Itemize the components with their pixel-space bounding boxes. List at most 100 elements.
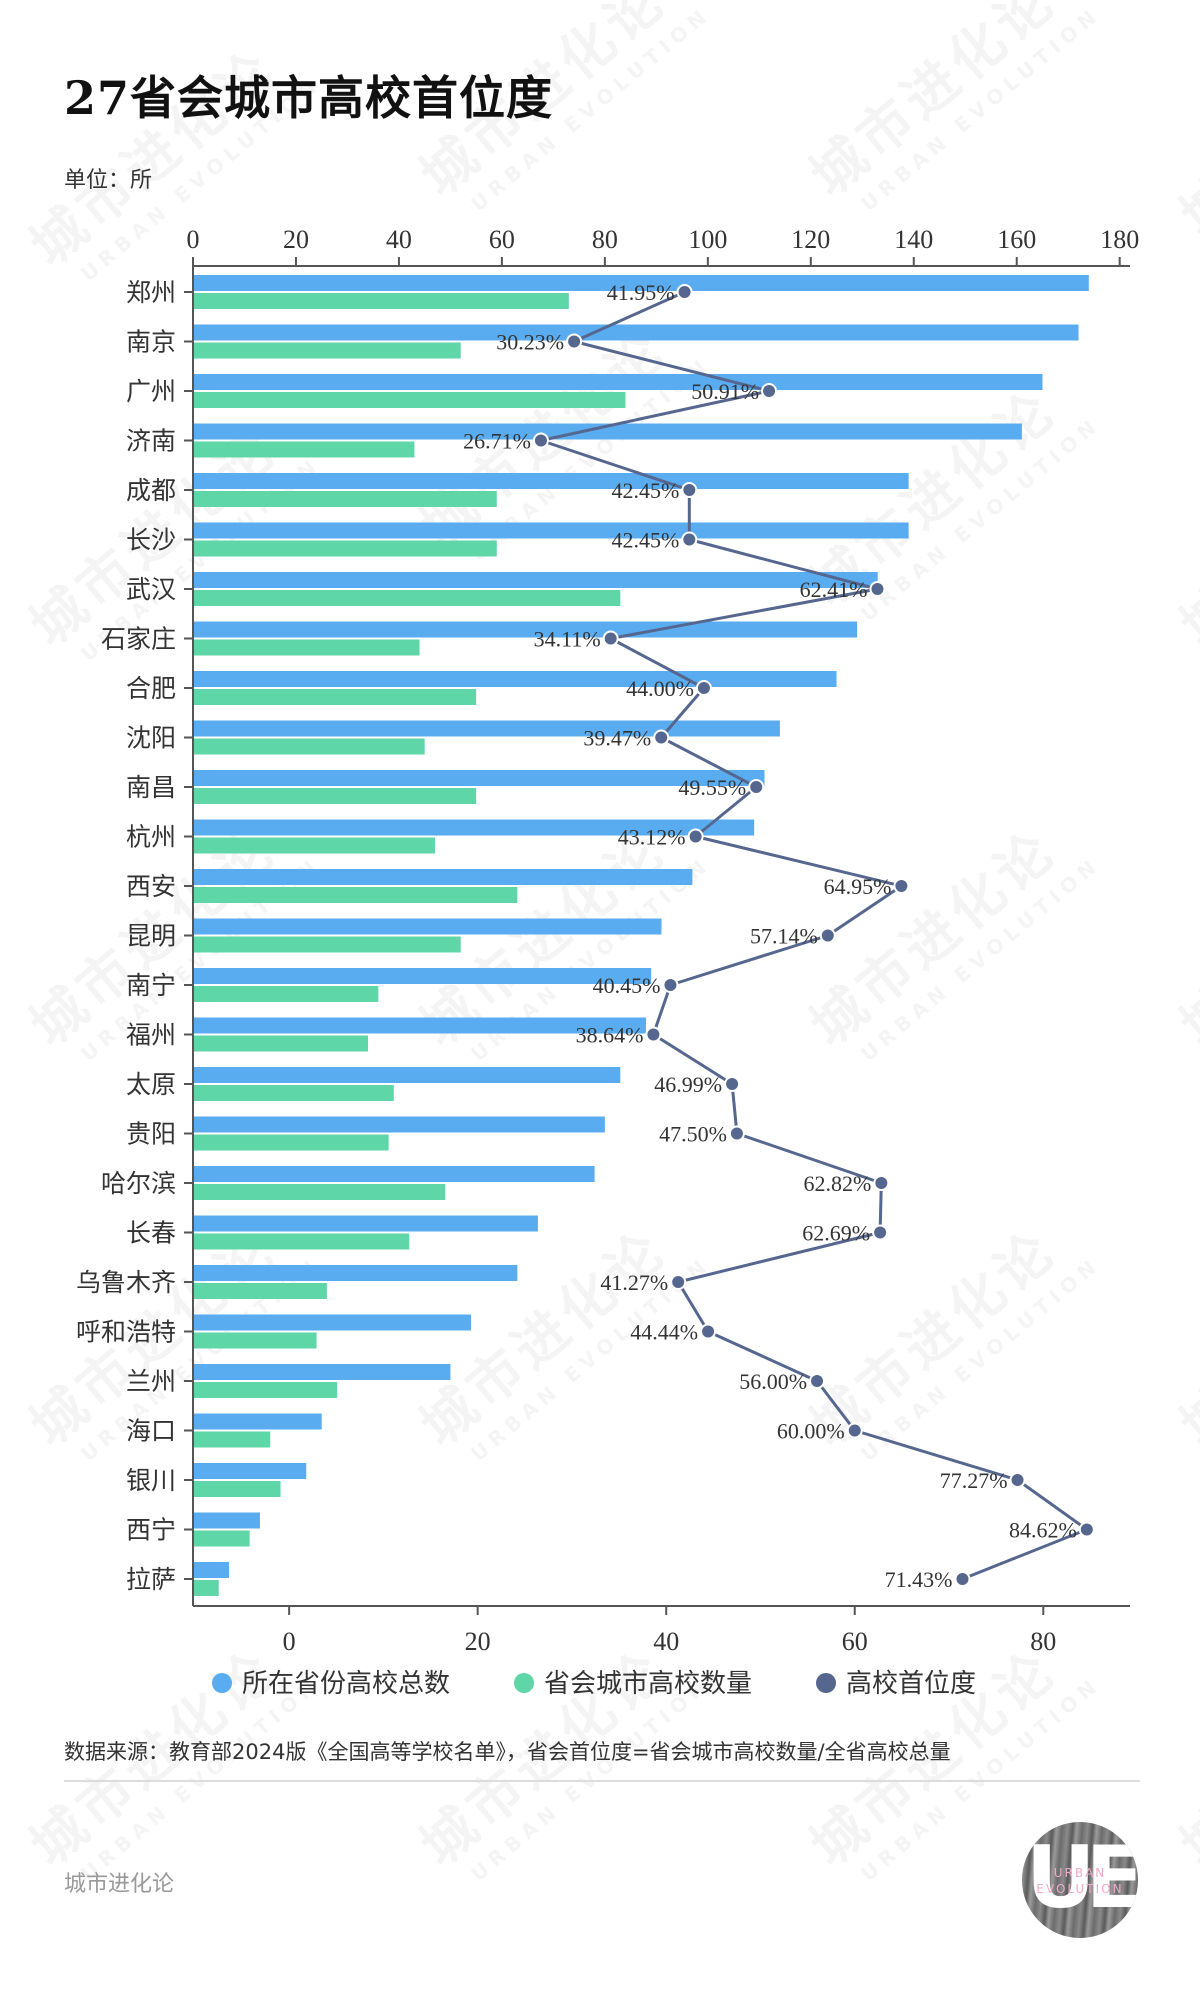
primacy-data-label: 62.82% bbox=[803, 1171, 871, 1196]
logo-line1: URBAN bbox=[1053, 1866, 1107, 1880]
primacy-point bbox=[872, 1224, 889, 1241]
category-label: 南昌 bbox=[126, 773, 176, 802]
bar-capital-count bbox=[194, 887, 518, 903]
bar-province-total bbox=[194, 522, 909, 539]
category-label: 长沙 bbox=[126, 526, 176, 555]
primacy-point bbox=[724, 1076, 741, 1092]
bar-province-total bbox=[194, 473, 909, 489]
primacy-point bbox=[846, 1422, 863, 1439]
primacy-point bbox=[873, 1175, 890, 1191]
category-label: 南京 bbox=[126, 328, 176, 357]
logo-line2: EVOLUTION bbox=[1036, 1882, 1124, 1896]
divider bbox=[64, 1780, 1140, 1782]
primacy-data-label: 64.95% bbox=[824, 874, 892, 899]
bar-capital-count bbox=[194, 837, 435, 854]
legend-marker bbox=[816, 1673, 836, 1693]
top-axis-tick-label: 100 bbox=[688, 225, 727, 254]
bar-capital-count bbox=[194, 689, 477, 705]
category-label: 兰州 bbox=[126, 1367, 176, 1396]
primacy-point bbox=[954, 1571, 971, 1587]
bar-capital-count bbox=[194, 1530, 250, 1547]
primacy-data-label: 77.27% bbox=[940, 1468, 1008, 1493]
primacy-data-label: 39.47% bbox=[583, 726, 651, 751]
category-label: 济南 bbox=[126, 427, 176, 456]
primacy-data-label: 41.95% bbox=[607, 280, 675, 305]
primacy-point bbox=[761, 383, 778, 399]
primacy-point bbox=[893, 878, 910, 894]
primacy-data-label: 42.45% bbox=[611, 528, 679, 553]
primacy-data-label: 34.11% bbox=[534, 627, 601, 652]
category-label: 呼和浩特 bbox=[76, 1318, 176, 1347]
primacy-data-label: 60.00% bbox=[777, 1419, 845, 1444]
bar-province-total bbox=[194, 324, 1079, 341]
primacy-data-label: 44.00% bbox=[626, 676, 694, 701]
primacy-data-label: 46.99% bbox=[654, 1072, 722, 1097]
primacy-data-label: 30.23% bbox=[496, 330, 564, 355]
bar-province-total bbox=[194, 1314, 472, 1331]
primacy-point bbox=[681, 482, 698, 498]
primacy-data-label: 42.45% bbox=[611, 478, 679, 503]
bar-province-total bbox=[194, 621, 858, 638]
primacy-data-label: 41.27% bbox=[600, 1270, 668, 1295]
category-label: 拉萨 bbox=[126, 1565, 176, 1594]
bar-capital-count bbox=[194, 1431, 271, 1448]
primacy-data-label: 71.43% bbox=[885, 1567, 953, 1592]
primacy-point bbox=[670, 1274, 687, 1290]
category-label: 乌鲁木齐 bbox=[76, 1268, 176, 1297]
bar-province-total bbox=[194, 1265, 518, 1281]
primacy-data-label: 26.71% bbox=[463, 429, 531, 454]
bar-province-total bbox=[194, 1463, 307, 1479]
top-axis-tick-label: 20 bbox=[283, 225, 309, 254]
brand-name: 城市进化论 bbox=[64, 1872, 175, 1897]
legend-label: 省会城市高校数量 bbox=[544, 1669, 752, 1699]
category-label: 沈阳 bbox=[126, 724, 176, 753]
top-axis-tick-label: 60 bbox=[489, 225, 515, 254]
bar-capital-count bbox=[194, 590, 621, 606]
bar-capital-count bbox=[194, 1283, 327, 1299]
primacy-point bbox=[809, 1373, 826, 1389]
primacy-point bbox=[653, 729, 670, 746]
primacy-point bbox=[700, 1323, 717, 1340]
bar-province-total bbox=[194, 1512, 260, 1529]
category-label: 贵阳 bbox=[126, 1120, 176, 1149]
primacy-point bbox=[681, 531, 698, 548]
primacy-data-label: 50.91% bbox=[691, 379, 759, 404]
category-label: 武汉 bbox=[126, 575, 176, 604]
category-label: 福州 bbox=[126, 1021, 176, 1050]
bar-province-total bbox=[194, 1067, 621, 1083]
legend-label: 高校首位度 bbox=[846, 1669, 976, 1699]
bar-capital-count bbox=[194, 491, 497, 507]
primacy-point bbox=[695, 680, 712, 696]
bar-capital-count bbox=[194, 639, 420, 656]
primacy-point bbox=[645, 1026, 662, 1043]
primacy-data-label: 62.69% bbox=[802, 1221, 870, 1246]
category-label: 长春 bbox=[126, 1219, 176, 1248]
top-axis-tick-label: 180 bbox=[1100, 225, 1139, 254]
bar-capital-count bbox=[194, 936, 461, 953]
category-label: 石家庄 bbox=[101, 625, 176, 654]
top-axis-tick-label: 0 bbox=[187, 225, 200, 254]
bar-capital-count bbox=[194, 1035, 369, 1052]
top-axis-tick-label: 140 bbox=[894, 225, 933, 254]
primacy-point bbox=[676, 284, 693, 300]
primacy-data-label: 57.14% bbox=[750, 924, 818, 949]
bar-capital-count bbox=[194, 1134, 389, 1151]
primacy-point bbox=[532, 432, 549, 449]
bar-capital-count bbox=[194, 293, 569, 309]
primacy-data-label: 38.64% bbox=[576, 1023, 644, 1048]
primacy-point bbox=[819, 927, 836, 944]
category-label: 西宁 bbox=[126, 1516, 176, 1545]
primacy-data-label: 43.12% bbox=[618, 825, 686, 850]
category-label: 成都 bbox=[126, 476, 176, 505]
category-label: 郑州 bbox=[126, 278, 176, 307]
primacy-data-label: 40.45% bbox=[593, 973, 661, 998]
bar-capital-count bbox=[194, 788, 477, 804]
bar-capital-count bbox=[194, 1085, 394, 1101]
bar-province-total bbox=[194, 1116, 605, 1133]
category-label: 西安 bbox=[126, 872, 176, 901]
bar-capital-count bbox=[194, 1332, 317, 1349]
bar-capital-count bbox=[194, 986, 379, 1002]
bar-province-total bbox=[194, 968, 652, 984]
primacy-data-label: 44.44% bbox=[630, 1320, 698, 1345]
top-axis-tick-label: 120 bbox=[791, 225, 830, 254]
